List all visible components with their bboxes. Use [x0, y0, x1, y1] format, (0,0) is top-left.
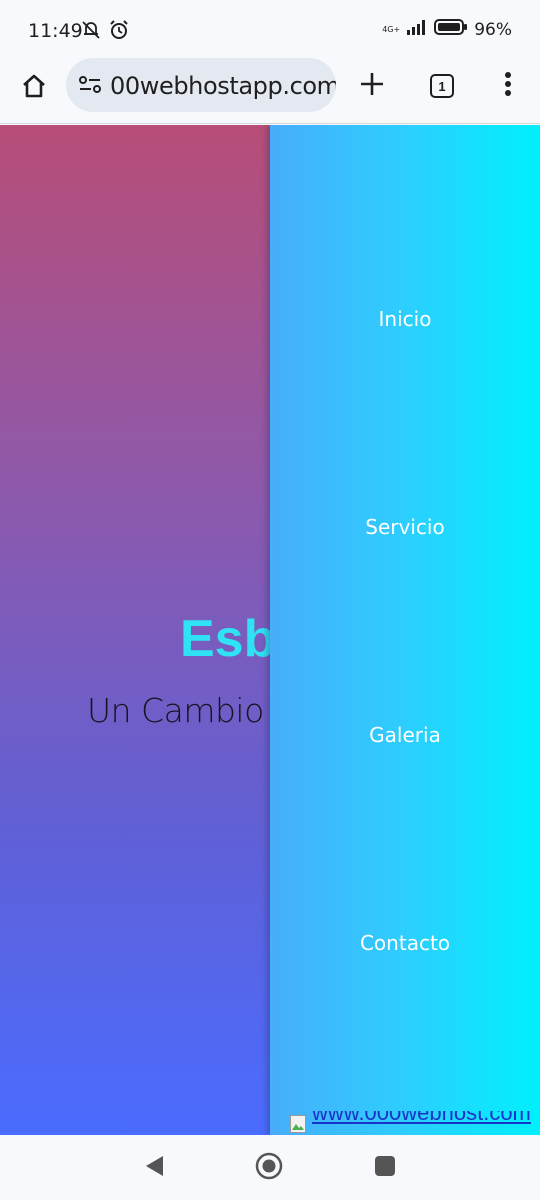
home-circle-icon: [255, 1152, 283, 1185]
address-bar[interactable]: 00webhostapp.com: [66, 58, 336, 112]
hero-subtitle: Un Cambio S: [87, 691, 295, 730]
back-button[interactable]: [139, 1153, 169, 1183]
browser-toolbar: 00webhostapp.com 1: [0, 58, 540, 124]
web-content: Esb Un Cambio S Inicio Servicio Galeria …: [0, 125, 540, 1135]
battery-icon: [434, 18, 468, 41]
silent-icon: [80, 19, 102, 46]
site-settings-icon[interactable]: [78, 74, 102, 101]
signal-icon: [406, 18, 428, 41]
status-bar: 11:49 4G+ 96%: [0, 0, 540, 58]
webhost-badge[interactable]: www.000webhost.com: [290, 1111, 540, 1135]
home-button[interactable]: [16, 70, 52, 106]
webhost-link[interactable]: www.000webhost.com: [312, 1111, 531, 1126]
new-tab-button[interactable]: [354, 68, 390, 104]
status-time: 11:49: [28, 20, 83, 42]
home-icon: [20, 72, 48, 105]
back-icon: [143, 1154, 165, 1183]
hero-title: Esb: [180, 610, 276, 668]
nav-link-galeria[interactable]: Galeria: [270, 723, 540, 747]
tabs-icon: 1: [430, 74, 454, 98]
nav-link-servicio[interactable]: Servicio: [270, 515, 540, 539]
tab-switcher-button[interactable]: 1: [424, 68, 460, 104]
more-menu-button[interactable]: [490, 68, 526, 104]
nav-link-inicio[interactable]: Inicio: [270, 307, 540, 331]
url-text: 00webhostapp.com: [110, 72, 336, 100]
more-menu-icon: [504, 71, 512, 102]
nav-link-contacto[interactable]: Contacto: [270, 931, 540, 955]
broken-image-icon: [290, 1115, 306, 1133]
recents-icon: [374, 1155, 396, 1182]
network-type: 4G+: [382, 24, 401, 34]
alarm-icon: [108, 19, 130, 46]
side-nav-panel: Inicio Servicio Galeria Contacto: [270, 125, 540, 1135]
home-nav-button[interactable]: [254, 1152, 284, 1185]
tab-count: 1: [438, 78, 446, 94]
new-tab-icon: [359, 71, 385, 102]
status-indicators: 4G+ 96%: [382, 18, 512, 41]
recents-button[interactable]: [370, 1153, 400, 1183]
battery-percentage: 96%: [474, 19, 512, 40]
system-nav-bar: [0, 1135, 540, 1200]
